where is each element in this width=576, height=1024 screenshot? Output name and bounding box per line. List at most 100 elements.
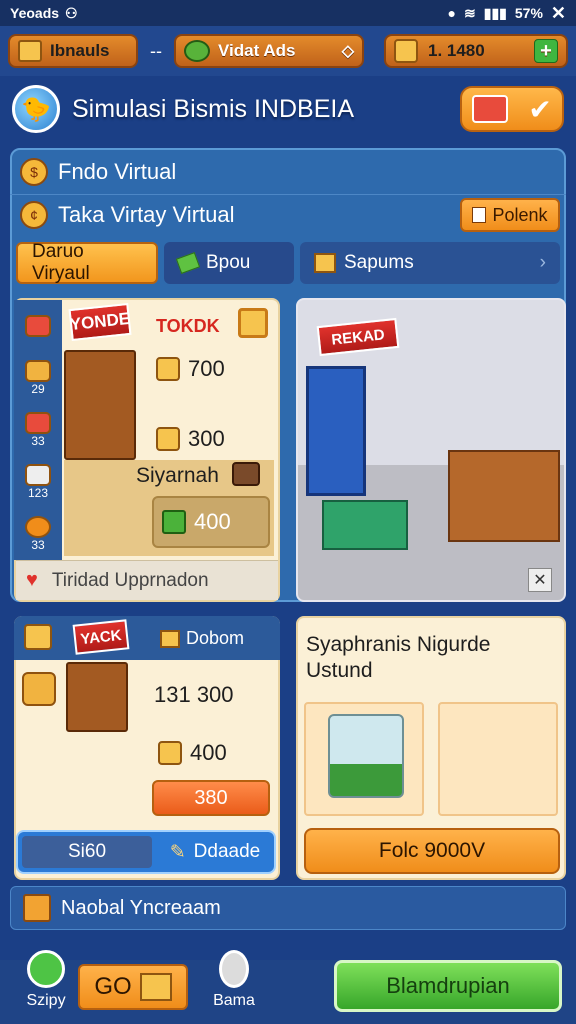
wifi-icon: ≋ xyxy=(464,4,476,21)
upgrade-slot-2[interactable] xyxy=(438,702,558,816)
pin-icon xyxy=(219,950,249,988)
resource-bar: Ibnauls -- Vidat Ads ◇ 1. 1480 + xyxy=(0,26,576,76)
chevron-right-icon[interactable]: › xyxy=(540,252,546,274)
tab-label-3: Sapums xyxy=(344,252,414,273)
stat-value-2: 300 xyxy=(156,426,225,452)
sidebar-count: 29 xyxy=(31,382,45,396)
row-virtual-store[interactable]: $ Fndo Virtual xyxy=(10,152,566,192)
row1-label: Fndo Virtual xyxy=(58,159,177,184)
go-label: GO xyxy=(94,973,132,1000)
sell-button[interactable]: Si60 xyxy=(22,836,152,868)
table-image xyxy=(322,500,408,550)
primary-action-button[interactable]: Blamdrupian xyxy=(334,960,562,1012)
store-shelf-image xyxy=(66,662,128,732)
shop-footer[interactable]: ♥ Tiridad Upprnadon xyxy=(16,560,278,600)
gem-icon xyxy=(175,252,201,274)
update-label: Ddaade xyxy=(193,841,261,862)
sidebar-count: 33 xyxy=(31,538,45,552)
goods-icon xyxy=(25,412,51,434)
nav-szipy[interactable]: Szipy xyxy=(16,950,76,1020)
heart-icon: ♥ xyxy=(26,569,38,591)
cash-icon xyxy=(162,510,186,534)
upgrade-buy-label: Folc 9000V xyxy=(378,839,486,862)
tab-label-1: Daruo Viryaul xyxy=(32,241,90,284)
sidebar-item-food[interactable]: 123 xyxy=(14,456,62,508)
pencil-icon: ✎ xyxy=(169,841,186,863)
scene-banner: REKAD xyxy=(316,317,400,357)
store-value-2-text: 400 xyxy=(190,740,227,765)
upgrade-slot-1[interactable] xyxy=(304,702,424,816)
stat-value-3[interactable]: 400 xyxy=(152,496,270,548)
sidebar-item-misc[interactable]: 33 xyxy=(14,508,62,560)
nav-label-1: Szipy xyxy=(26,992,66,1009)
bird-icon: 🐤 xyxy=(21,95,51,123)
box-icon xyxy=(18,40,42,62)
tag-icon xyxy=(472,207,487,223)
tab-bpou[interactable]: Bpou xyxy=(164,242,294,284)
nav-bama[interactable]: Bama xyxy=(204,950,264,1020)
food-icon xyxy=(25,464,51,486)
resource-label-1: Ibnauls xyxy=(50,41,110,60)
upgrade-buy-button[interactable]: Folc 9000V xyxy=(304,828,560,874)
sidebar-item-fruit[interactable]: 29 xyxy=(14,352,62,404)
app-logo: 🐤 xyxy=(12,85,60,133)
stat-value-1: 700 xyxy=(156,356,225,382)
footer-label: Tiridad Upprnadon xyxy=(51,569,209,591)
title-bar: 🐤 Simulasi Bismis INDBEIA ✔ xyxy=(0,80,576,138)
coin-icon: ¢ xyxy=(20,200,48,229)
close-scene-button[interactable]: ✕ xyxy=(528,568,552,592)
coin-icon xyxy=(394,39,418,63)
display-case-image xyxy=(328,714,404,798)
nav-label-3: Bama xyxy=(213,992,255,1009)
add-coins-button[interactable]: + xyxy=(534,39,558,63)
store-header-label: Dobom xyxy=(186,628,245,648)
tab-label-2: Bpou xyxy=(206,252,251,273)
go-button[interactable]: GO xyxy=(78,964,188,1010)
store-tag: YACK xyxy=(72,619,130,655)
price-button[interactable]: 380 xyxy=(152,780,270,816)
tab-daruo[interactable]: Daruo Viryaul xyxy=(16,241,158,284)
row-action-button[interactable]: Polenk xyxy=(460,198,560,232)
shop-sidebar: 29 33 123 33 xyxy=(14,300,62,560)
check-icon: ✔ xyxy=(528,93,552,125)
store-scene-image: REKAD ✕ xyxy=(296,298,566,602)
resource-box[interactable]: Ibnauls xyxy=(8,34,138,68)
diamond-icon: ◇ xyxy=(341,43,354,60)
sell-label: Si60 xyxy=(67,841,107,862)
sidebar-item-goods[interactable]: 33 xyxy=(14,404,62,456)
store-shelf-image xyxy=(64,350,136,460)
sidebar-item-cart[interactable] xyxy=(14,300,62,352)
store-icon: $ xyxy=(20,158,48,186)
fridge-image xyxy=(306,366,366,496)
cart-icon[interactable] xyxy=(238,308,268,338)
coins-icon xyxy=(156,427,180,451)
row-action-label: Polenk xyxy=(492,204,548,225)
tab-sapums[interactable]: Sapums › xyxy=(300,242,560,284)
info-bar[interactable]: Naobal Yncreaam xyxy=(10,886,566,930)
building-icon xyxy=(23,894,51,922)
cart-icon[interactable] xyxy=(24,624,52,650)
confirm-button[interactable]: ✔ xyxy=(460,86,564,132)
cart-icon xyxy=(25,315,51,337)
ads-button[interactable]: Vidat Ads ◇ xyxy=(174,34,364,68)
sidebar-count: 123 xyxy=(27,486,49,500)
coin-icon xyxy=(158,741,182,765)
coin-counter[interactable]: 1. 1480 + xyxy=(384,34,568,68)
update-button[interactable]: ✎ Ddaade xyxy=(156,832,274,872)
shop-icon xyxy=(27,950,65,988)
page-title: Simulasi Bismis INDBEIA xyxy=(72,94,354,123)
store-badge-icon[interactable] xyxy=(22,672,56,706)
box-icon xyxy=(139,973,172,1001)
signal-icon: ▮▮▮ xyxy=(483,4,507,21)
box-icon xyxy=(314,253,336,273)
ads-label: Vidat Ads xyxy=(218,41,296,60)
close-icon[interactable]: ✕ xyxy=(551,3,566,24)
location-icon: ● xyxy=(447,5,457,21)
sidebar-count: 33 xyxy=(31,434,45,448)
fruit-icon xyxy=(25,360,51,382)
upgrade-title: Syaphranis Nigurde Ustund xyxy=(306,633,491,682)
store-header: Dobom xyxy=(160,628,244,649)
wheel-icon xyxy=(25,516,51,538)
tab-bar: Daruo Viryaul Bpou Sapums › xyxy=(16,241,560,284)
store-value-1: 131 300 xyxy=(154,682,234,707)
